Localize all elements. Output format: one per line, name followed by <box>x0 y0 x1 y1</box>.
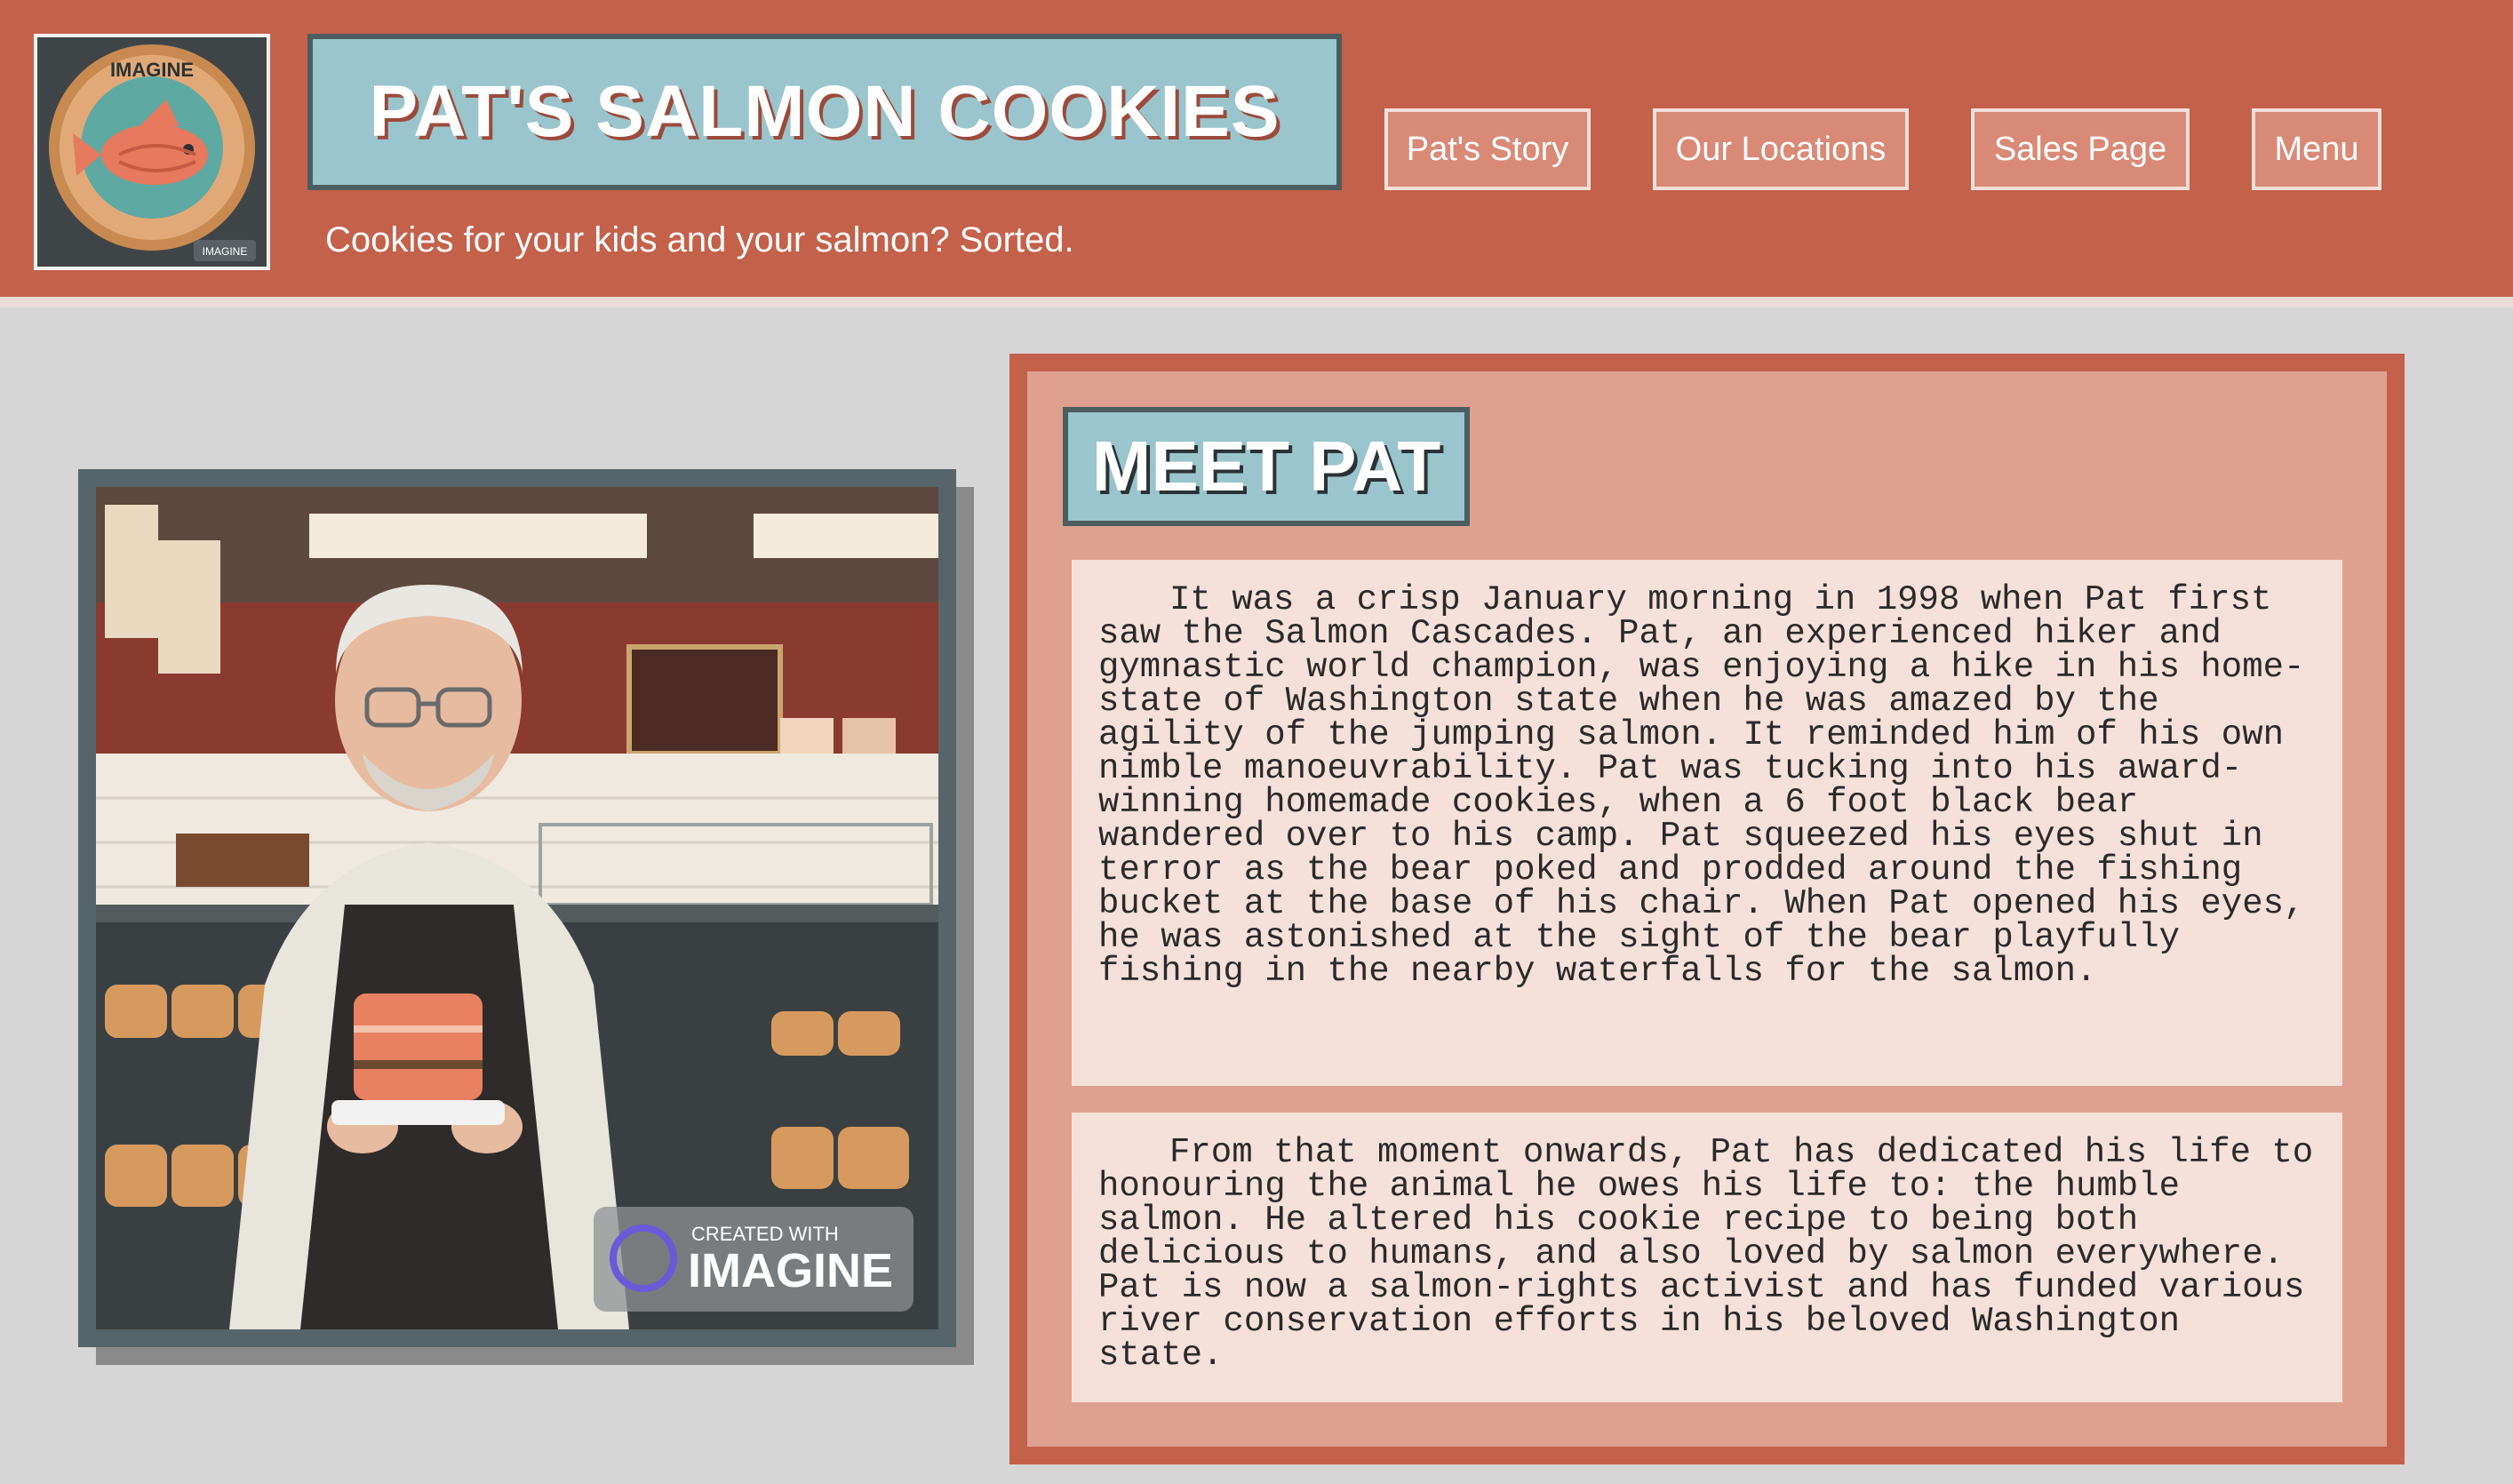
salmon-cookie-logo-icon: IMAGINE IMAGINE <box>37 37 267 267</box>
nav-menu[interactable]: Menu <box>2252 108 2381 190</box>
logo-watermark: IMAGINE <box>203 245 248 258</box>
meet-pat-heading: MEET PAT <box>1091 427 1441 506</box>
baker-portrait-icon: CREATED WITH IMAGINE <box>96 487 938 1329</box>
nav-sales-page[interactable]: Sales Page <box>1971 108 2190 190</box>
story-paragraph-1: It was a crisp January morning in 1998 w… <box>1072 560 2342 1086</box>
meet-pat-heading-box: MEET PAT <box>1063 407 1470 526</box>
nav-pats-story[interactable]: Pat's Story <box>1384 108 1591 190</box>
site-header: IMAGINE IMAGINE PAT'S SALMON COOKIES Coo… <box>0 0 2513 297</box>
nav-our-locations[interactable]: Our Locations <box>1653 108 1909 190</box>
logo-text: IMAGINE <box>110 59 194 81</box>
header-divider <box>0 297 2513 307</box>
site-tagline: Cookies for your kids and your salmon? S… <box>325 220 1074 259</box>
watermark-small-text: CREATED WITH <box>691 1223 839 1245</box>
site-title-box[interactable]: PAT'S SALMON COOKIES <box>307 34 1342 190</box>
watermark-large-text: IMAGINE <box>688 1244 893 1297</box>
baker-portrait: CREATED WITH IMAGINE <box>96 487 938 1329</box>
site-title[interactable]: PAT'S SALMON COOKIES <box>369 70 1280 154</box>
story-paragraph-2: From that moment onwards, Pat has dedica… <box>1072 1113 2342 1402</box>
site-logo[interactable]: IMAGINE IMAGINE <box>34 34 270 270</box>
